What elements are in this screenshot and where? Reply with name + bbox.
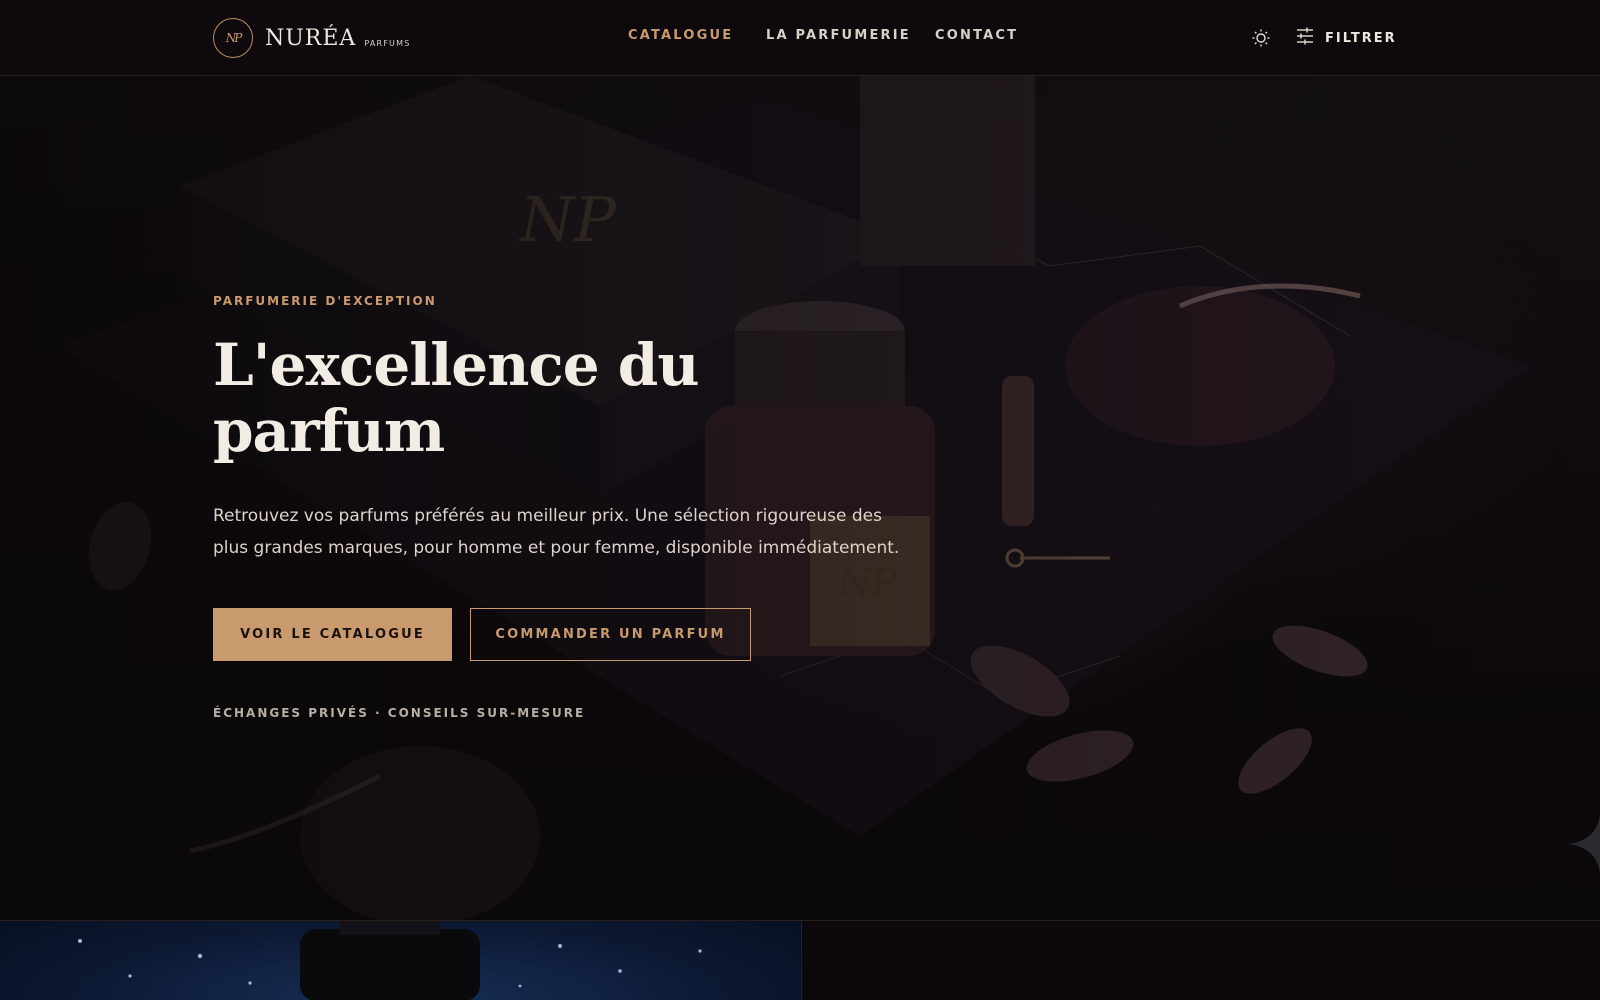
hero-description: Retrouvez vos parfums préférés au meille… <box>213 506 900 558</box>
filter-button[interactable]: FILTRER <box>1295 26 1397 50</box>
view-catalogue-button[interactable]: VOIR LE CATALOGUE <box>213 608 452 661</box>
hero-tagline: ÉCHANGES PRIVÉS · CONSEILS SUR-MESURE <box>213 706 586 720</box>
bottle-image <box>78 921 702 1000</box>
sliders-icon <box>1295 26 1315 50</box>
hero-title: L'excellence du parfum <box>213 331 700 465</box>
product-preview-panel <box>801 921 1600 1000</box>
order-perfume-button[interactable]: COMMANDER UN PARFUM <box>470 608 751 661</box>
nav-la-parfumerie[interactable]: LA PARFUMERIE <box>766 28 911 43</box>
featured-product-image[interactable] <box>0 921 801 1000</box>
site-header: NP NURÉA PARFUMS CATALOGUE LA PARFUMERIE… <box>0 0 1600 76</box>
sparkle-icon <box>1568 814 1600 874</box>
hero-section: NP NP PARFUMERIE D'EXCEPTION L'excellenc… <box>0 76 1600 920</box>
nav-contact[interactable]: CONTACT <box>935 28 1018 43</box>
hero-content: PARFUMERIE D'EXCEPTION L'excellence du p… <box>213 76 973 920</box>
sun-icon[interactable] <box>1251 28 1271 48</box>
nav-catalogue[interactable]: CATALOGUE <box>628 28 733 43</box>
product-preview-strip <box>0 920 1600 1000</box>
filter-label: FILTRER <box>1325 30 1397 46</box>
hero-eyebrow: PARFUMERIE D'EXCEPTION <box>213 294 437 308</box>
